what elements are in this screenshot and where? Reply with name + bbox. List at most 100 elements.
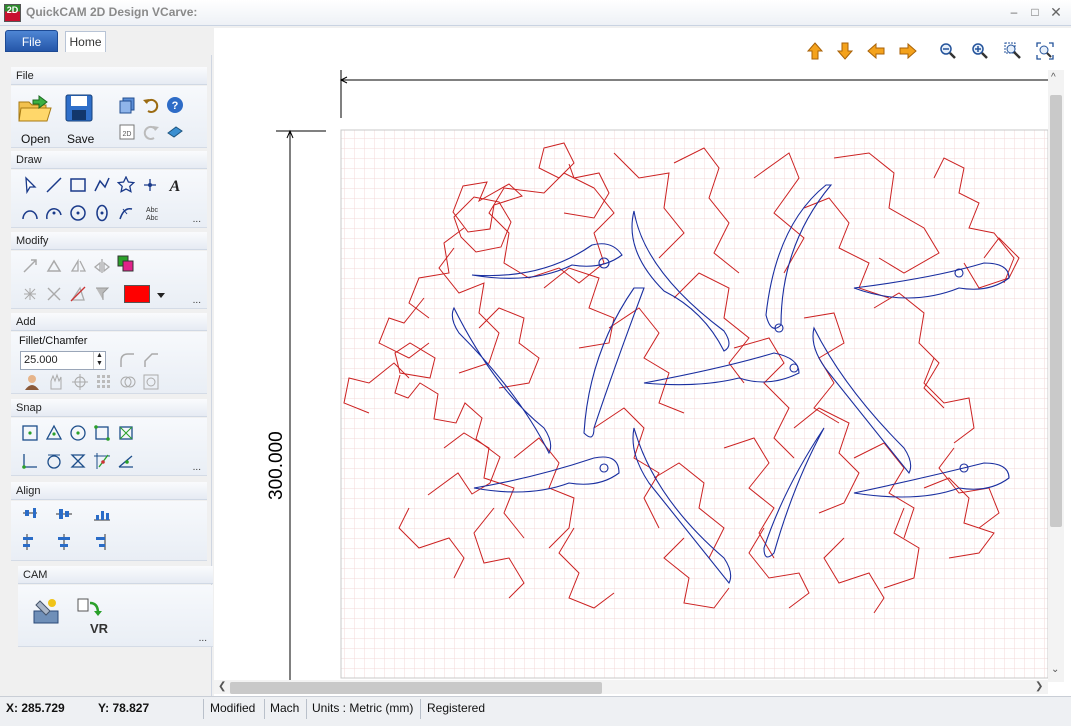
save-disk-icon[interactable] — [65, 94, 93, 122]
scroll-up-arrow-icon[interactable]: ^ — [1051, 72, 1056, 83]
node-edit-icon[interactable] — [69, 285, 87, 303]
redo-icon[interactable] — [142, 123, 160, 141]
text-on-curve-icon[interactable]: AbcAbc — [141, 204, 163, 222]
array-grid-icon[interactable] — [95, 373, 113, 391]
target-icon[interactable] — [71, 373, 89, 391]
minimize-button[interactable]: – — [1004, 3, 1024, 21]
maximize-button[interactable]: □ — [1025, 3, 1045, 21]
flag-icon[interactable] — [93, 285, 111, 303]
tab-home[interactable]: Home — [65, 31, 106, 52]
arrow-up-icon[interactable] — [806, 42, 824, 60]
arrow-left-icon[interactable] — [867, 42, 885, 60]
scale-icon[interactable] — [21, 257, 39, 275]
snap-perpendicular-icon[interactable] — [21, 452, 39, 470]
units-status: Units : Metric (mm) — [312, 701, 414, 715]
weld-icon[interactable] — [119, 373, 137, 391]
app-logo-icon: 2D — [4, 4, 21, 22]
align-left-icon[interactable] — [21, 505, 39, 523]
panel-snap: ... — [11, 418, 207, 476]
draw-more-button[interactable]: ... — [193, 214, 201, 225]
snap-more-button[interactable]: ... — [193, 462, 201, 473]
arc-tool-icon[interactable] — [21, 204, 39, 222]
stepper-arrows-icon[interactable]: ▲ ▼ — [93, 352, 105, 369]
svg-text:Abc: Abc — [146, 215, 159, 222]
snap-triangle-icon[interactable] — [45, 424, 63, 442]
circle-tool-icon[interactable] — [69, 204, 87, 222]
panel-draw: A Abc Abc ... — [11, 170, 207, 228]
modify-more-button[interactable]: ... — [193, 295, 201, 306]
select-arrow-icon[interactable] — [21, 176, 39, 194]
align-center-vertical-icon[interactable] — [55, 533, 73, 551]
snap-tangent-icon[interactable] — [93, 452, 111, 470]
zoom-selection-icon[interactable] — [1004, 42, 1022, 60]
horizontal-scroll-thumb[interactable] — [230, 682, 602, 694]
title-bar: 2D QuickCAM 2D Design VCarve: – □ ✕ — [0, 0, 1071, 26]
zoom-in-icon[interactable] — [971, 42, 989, 60]
color-layers-icon[interactable] — [117, 255, 135, 273]
scroll-right-arrow-icon[interactable]: ❯ — [1035, 681, 1043, 692]
fillet-radius-stepper[interactable]: 25.000 ▲ ▼ — [20, 351, 106, 370]
copy-documents-icon[interactable] — [118, 96, 136, 114]
curve-tool-icon[interactable] — [117, 204, 135, 222]
align-mirror-icon[interactable] — [93, 257, 111, 275]
snap-corner-icon[interactable] — [93, 424, 111, 442]
undo-icon[interactable] — [142, 96, 160, 114]
align-bottom-icon[interactable] — [93, 505, 111, 523]
save-button-label[interactable]: Save — [67, 132, 94, 146]
cam-more-button[interactable]: ... — [199, 633, 207, 644]
zoom-fit-icon[interactable] — [1036, 42, 1054, 60]
fillet-radius-value[interactable]: 25.000 — [24, 354, 58, 366]
line-tool-icon[interactable] — [45, 176, 63, 194]
panel-align-title: Align — [11, 482, 207, 500]
mirror-icon[interactable] — [69, 257, 87, 275]
vertical-scroll-thumb[interactable] — [1050, 95, 1062, 527]
cursor-x-readout: X: 285.729 — [6, 701, 65, 715]
snap-circle-center-icon[interactable] — [69, 424, 87, 442]
import-icon[interactable] — [166, 123, 184, 141]
width-dimension-line — [339, 70, 1048, 118]
zoom-out-icon[interactable] — [939, 42, 957, 60]
svg-text:Abc: Abc — [146, 207, 159, 214]
vr-label[interactable]: VR — [90, 621, 108, 636]
snap-quadrant-icon[interactable] — [45, 452, 63, 470]
design-canvas[interactable]: 300.000 — [214, 28, 1048, 680]
2d-view-icon[interactable]: 2D — [118, 123, 136, 141]
close-button[interactable]: ✕ — [1046, 3, 1066, 21]
help-icon[interactable]: ? — [166, 96, 184, 114]
layer-color-swatch[interactable] — [124, 285, 150, 303]
panel-align — [11, 501, 207, 561]
snap-angle-icon[interactable] — [117, 452, 135, 470]
chamfer-icon[interactable] — [142, 351, 160, 369]
snap-midpoint-icon[interactable] — [117, 424, 135, 442]
rotate-icon[interactable] — [45, 257, 63, 275]
point-tool-icon[interactable] — [141, 176, 159, 194]
color-dropdown-chevron-icon[interactable] — [156, 290, 166, 300]
align-right-icon[interactable] — [93, 533, 111, 551]
arrow-right-icon[interactable] — [899, 42, 917, 60]
hand-icon[interactable] — [47, 373, 65, 391]
snap-intersection-icon[interactable] — [69, 452, 87, 470]
offset-icon[interactable] — [21, 285, 39, 303]
arrow-down-icon[interactable] — [836, 42, 854, 60]
snap-center-square-icon[interactable] — [21, 424, 39, 442]
fillet-icon[interactable] — [118, 351, 136, 369]
align-top-icon[interactable] — [21, 533, 39, 551]
text-tool-icon[interactable]: A — [166, 176, 184, 194]
toolpath-machine-icon[interactable] — [30, 597, 62, 629]
scroll-down-arrow-icon[interactable]: ⌄ — [1051, 664, 1059, 675]
user-add-icon[interactable] — [23, 373, 41, 391]
boundary-icon[interactable] — [142, 373, 160, 391]
rectangle-tool-icon[interactable] — [69, 176, 87, 194]
polyline-tool-icon[interactable] — [93, 176, 111, 194]
star-tool-icon[interactable] — [117, 176, 135, 194]
open-button-label[interactable]: Open — [21, 132, 50, 146]
cursor-y-readout: Y: 78.827 — [98, 701, 150, 715]
open-folder-icon[interactable] — [17, 94, 53, 124]
align-center-horizontal-icon[interactable] — [55, 505, 73, 523]
trim-icon[interactable] — [45, 285, 63, 303]
scroll-left-arrow-icon[interactable]: ❮ — [218, 681, 226, 692]
ellipse-tool-icon[interactable] — [93, 204, 111, 222]
arc-3point-icon[interactable] — [45, 204, 63, 222]
tab-file[interactable]: File — [5, 30, 58, 52]
panel-cam: VR ... — [18, 585, 213, 647]
